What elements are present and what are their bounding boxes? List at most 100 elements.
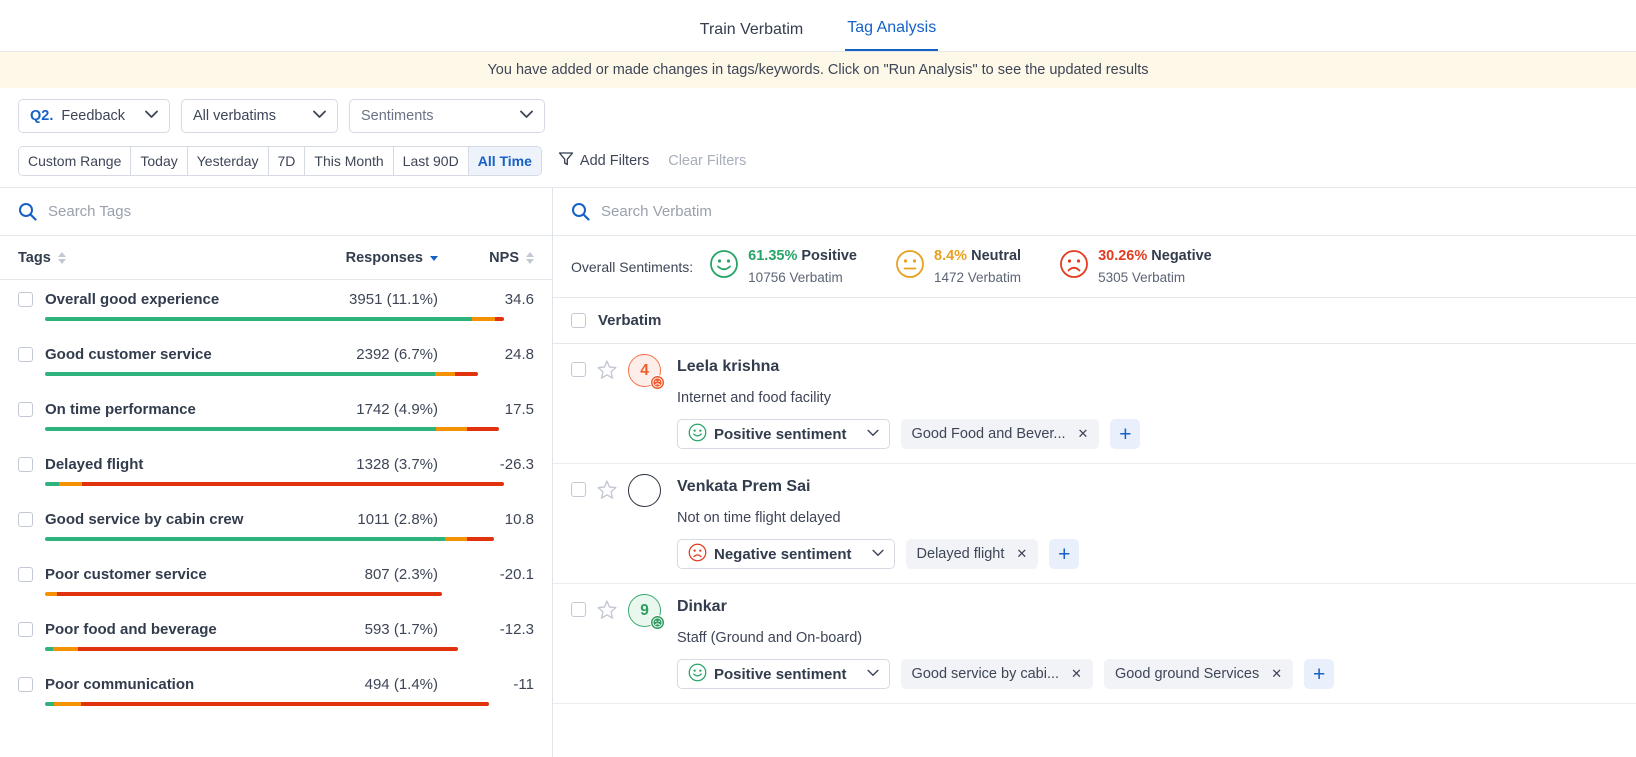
favorite-star-icon[interactable] bbox=[596, 359, 618, 381]
search-tags-row[interactable]: Search Tags bbox=[0, 188, 552, 236]
verbatim-type-select[interactable]: All verbatims bbox=[181, 99, 338, 133]
filter-selects-row: Q2. Feedback All verbatims Sentiments bbox=[18, 99, 1618, 133]
clear-filters-button[interactable]: Clear Filters bbox=[668, 153, 746, 169]
filter-funnel-icon bbox=[558, 151, 574, 171]
date-range-yesterday[interactable]: Yesterday bbox=[188, 147, 269, 175]
verbatim-sentiment-label: Negative sentiment bbox=[714, 546, 852, 563]
notice-banner: You have added or made changes in tags/k… bbox=[0, 52, 1636, 88]
tag-row-responses: 1328 (3.7%) bbox=[266, 456, 438, 473]
tag-row-nps: 17.5 bbox=[438, 401, 534, 418]
sentiment-filter-select[interactable]: Sentiments bbox=[349, 99, 545, 133]
bar-segment-negative bbox=[82, 482, 504, 486]
verbatim-tag-chip[interactable]: Good ground Services✕ bbox=[1104, 659, 1293, 689]
tag-row-checkbox[interactable] bbox=[18, 677, 33, 692]
sentiment-summary-negative: 30.26% Negative 5305 Verbatim bbox=[1059, 245, 1212, 288]
tag-row-name: Poor communication bbox=[45, 676, 266, 693]
remove-tag-icon[interactable]: ✕ bbox=[1016, 546, 1027, 562]
tag-row-responses: 1742 (4.9%) bbox=[266, 401, 438, 418]
question-select[interactable]: Q2. Feedback bbox=[18, 99, 170, 133]
tab-tag-analysis[interactable]: Tag Analysis bbox=[845, 20, 938, 51]
tag-row[interactable]: Delayed flight1328 (3.7%)-26.3 bbox=[0, 445, 552, 500]
search-tags-input[interactable]: Search Tags bbox=[48, 203, 131, 220]
tag-row-name: On time performance bbox=[45, 401, 266, 418]
date-range-row: Custom Range Today Yesterday 7D This Mon… bbox=[18, 146, 1618, 176]
tag-row-nps: -11 bbox=[438, 676, 534, 693]
search-verbatim-row[interactable]: Search Verbatim bbox=[553, 188, 1636, 236]
search-icon bbox=[571, 202, 590, 221]
add-tag-button[interactable]: + bbox=[1110, 419, 1140, 449]
tag-row-name: Overall good experience bbox=[45, 291, 266, 308]
tag-row-checkbox[interactable] bbox=[18, 457, 33, 472]
smiley-happy-icon bbox=[709, 249, 739, 284]
sentiment-summary-positive: 61.35% Positive 10756 Verbatim bbox=[709, 245, 857, 288]
bar-segment-neutral bbox=[435, 372, 455, 376]
sort-icon-responses[interactable] bbox=[430, 254, 438, 261]
tag-row-responses: 494 (1.4%) bbox=[266, 676, 438, 693]
bar-segment-positive bbox=[45, 482, 59, 486]
verbatim-sentiment-select[interactable]: Positive sentiment bbox=[677, 419, 890, 449]
verbatim-tag-chip-label: Good Food and Bever... bbox=[912, 426, 1066, 442]
column-header-nps[interactable]: NPS bbox=[438, 250, 534, 266]
verbatim-sentiment-select[interactable]: Negative sentiment bbox=[677, 539, 895, 569]
tag-row[interactable]: Good service by cabin crew1011 (2.8%)10.… bbox=[0, 500, 552, 555]
bar-segment-positive bbox=[45, 702, 54, 706]
favorite-star-icon[interactable] bbox=[596, 479, 618, 501]
tag-row-checkbox[interactable] bbox=[18, 292, 33, 307]
date-range-last-90d[interactable]: Last 90D bbox=[394, 147, 469, 175]
verbatim-row-checkbox[interactable] bbox=[571, 482, 586, 497]
search-verbatim-input[interactable]: Search Verbatim bbox=[601, 203, 712, 220]
tag-row[interactable]: Poor customer service807 (2.3%)-20.1 bbox=[0, 555, 552, 610]
tag-row-checkbox[interactable] bbox=[18, 512, 33, 527]
verbatim-row: 4Leela krishnaInternet and food facility… bbox=[553, 344, 1636, 464]
tag-row-nps: -26.3 bbox=[438, 456, 534, 473]
verbatim-author-name: Leela krishna bbox=[677, 358, 1618, 376]
add-filters-button[interactable]: Add Filters bbox=[558, 151, 649, 171]
verbatim-tag-chip[interactable]: Good service by cabi... ✕ bbox=[901, 659, 1093, 689]
date-range-custom-range[interactable]: Custom Range bbox=[19, 147, 131, 175]
verbatim-row-checkbox[interactable] bbox=[571, 602, 586, 617]
remove-tag-icon[interactable]: ✕ bbox=[1071, 666, 1082, 682]
verbatim-tag-chip-label: Good service by cabi... bbox=[912, 666, 1060, 682]
select-all-verbatim-checkbox[interactable] bbox=[571, 313, 586, 328]
verbatim-type-select-label: All verbatims bbox=[193, 108, 276, 124]
favorite-star-icon[interactable] bbox=[596, 599, 618, 621]
remove-tag-icon[interactable]: ✕ bbox=[1078, 426, 1089, 442]
bar-segment-neutral bbox=[54, 702, 81, 706]
main-content: Search Tags Tags Responses NPS Overall g… bbox=[0, 187, 1636, 757]
sentiment-negative-pct: 30.26% Negative bbox=[1098, 248, 1212, 264]
tag-row-checkbox[interactable] bbox=[18, 402, 33, 417]
tags-panel: Search Tags Tags Responses NPS Overall g… bbox=[0, 188, 553, 757]
add-tag-button[interactable]: + bbox=[1304, 659, 1334, 689]
tag-row-checkbox[interactable] bbox=[18, 567, 33, 582]
verbatim-tag-chip[interactable]: Good Food and Bever... ✕ bbox=[901, 419, 1100, 449]
verbatim-row-checkbox[interactable] bbox=[571, 362, 586, 377]
tag-row-checkbox[interactable] bbox=[18, 347, 33, 362]
column-header-responses[interactable]: Responses bbox=[266, 250, 438, 266]
verbatim-sentiment-select[interactable]: Positive sentiment bbox=[677, 659, 890, 689]
tag-row[interactable]: Good customer service2392 (6.7%)24.8 bbox=[0, 335, 552, 390]
tab-train-verbatim[interactable]: Train Verbatim bbox=[698, 22, 805, 51]
column-header-tags[interactable]: Tags bbox=[18, 250, 266, 266]
column-header-tags-label: Tags bbox=[18, 250, 51, 266]
date-range-7d[interactable]: 7D bbox=[269, 147, 306, 175]
date-range-all-time[interactable]: All Time bbox=[469, 147, 541, 175]
tag-row[interactable]: Poor food and beverage593 (1.7%)-12.3 bbox=[0, 610, 552, 665]
tags-table-header: Tags Responses NPS bbox=[0, 236, 552, 280]
sort-icon-nps[interactable] bbox=[526, 252, 534, 264]
verbatim-tag-chip[interactable]: Delayed flight✕ bbox=[906, 539, 1039, 569]
tag-row[interactable]: On time performance1742 (4.9%)17.5 bbox=[0, 390, 552, 445]
question-select-prefix: Q2. bbox=[30, 108, 53, 124]
top-tab-bar: Train Verbatim Tag Analysis bbox=[0, 0, 1636, 52]
verbatim-chip-row: Positive sentiment Good Food and Bever...… bbox=[677, 419, 1618, 449]
date-range-today[interactable]: Today bbox=[131, 147, 187, 175]
tag-row-nps: -20.1 bbox=[438, 566, 534, 583]
date-range-this-month[interactable]: This Month bbox=[305, 147, 393, 175]
tag-row[interactable]: Poor communication494 (1.4%)-11 bbox=[0, 665, 552, 720]
bar-segment-negative bbox=[81, 702, 489, 706]
tag-sentiment-bar bbox=[45, 647, 458, 651]
remove-tag-icon[interactable]: ✕ bbox=[1271, 666, 1282, 682]
tag-row-checkbox[interactable] bbox=[18, 622, 33, 637]
add-tag-button[interactable]: + bbox=[1049, 539, 1079, 569]
tag-row[interactable]: Overall good experience3951 (11.1%)34.6 bbox=[0, 280, 552, 335]
sort-icon-tags[interactable] bbox=[58, 252, 66, 264]
